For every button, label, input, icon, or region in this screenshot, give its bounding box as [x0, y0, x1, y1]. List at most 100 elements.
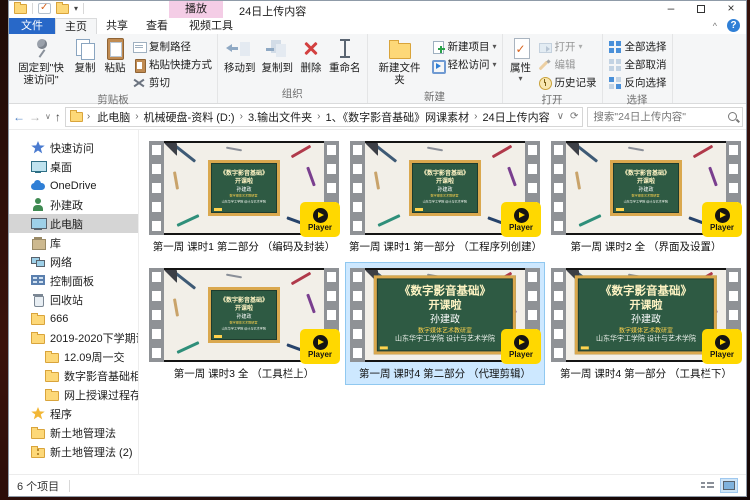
- file-item[interactable]: 《数字影音基础》开课啦孙建政数字媒体艺术教研室山东华宇工学院 设计与艺术学院Pl…: [346, 263, 544, 384]
- address-dropdown-icon[interactable]: ∨: [557, 111, 564, 122]
- player-badge-label: Player: [509, 351, 533, 359]
- invert-selection-button[interactable]: 反向选择: [606, 74, 669, 91]
- paste-button[interactable]: 粘贴: [100, 36, 130, 76]
- navigation-pane: 快速访问桌面OneDrive孙建政此电脑库网络控制面板回收站6662019-20…: [9, 130, 139, 474]
- tab-view[interactable]: 查看: [137, 18, 177, 34]
- copy-button[interactable]: 复制: [70, 36, 100, 76]
- file-item[interactable]: 《数字影音基础》开课啦孙建政数字媒体艺术教研室山东华宇工学院 设计与艺术学院Pl…: [547, 136, 745, 257]
- folder-icon: [70, 112, 83, 122]
- sidebar-item-label: 此电脑: [50, 216, 83, 232]
- history-button[interactable]: 历史记录: [536, 74, 599, 91]
- file-item[interactable]: 《数字影音基础》开课啦孙建政数字媒体艺术教研室山东华宇工学院 设计与艺术学院Pl…: [547, 263, 745, 384]
- cut-button[interactable]: 剪切: [130, 74, 214, 91]
- refresh-icon[interactable]: ⟳: [570, 111, 578, 122]
- move-to-icon: [228, 38, 252, 60]
- breadcrumb-segment[interactable]: 3.输出文件夹: [245, 109, 315, 125]
- sidebar-item[interactable]: 新土地管理法: [9, 423, 138, 442]
- search-input[interactable]: [593, 111, 728, 123]
- sidebar-item[interactable]: 12.09周一交: [9, 347, 138, 366]
- network-icon: [31, 255, 45, 268]
- new-item-icon: [431, 40, 445, 54]
- tab-file[interactable]: 文件: [9, 18, 55, 34]
- select-all-icon: [608, 40, 622, 54]
- video-thumbnail: 《数字影音基础》开课啦孙建政数字媒体艺术教研室山东华宇工学院 设计与艺术学院Pl…: [149, 268, 339, 362]
- board-subtitle: 开课啦: [428, 300, 461, 313]
- sidebar-item[interactable]: 数字影音基础相关: [9, 366, 138, 385]
- sidebar-item[interactable]: 此电脑: [9, 214, 138, 233]
- search-icon[interactable]: [728, 112, 737, 121]
- up-button[interactable]: ↑: [55, 110, 61, 124]
- collapse-ribbon-icon[interactable]: ^: [713, 21, 717, 31]
- sidebar-item[interactable]: 网络: [9, 252, 138, 271]
- sidebar-item[interactable]: 孙建政: [9, 195, 138, 214]
- star-blue-icon: [31, 141, 45, 154]
- forward-button[interactable]: →: [29, 110, 41, 124]
- pin-to-quick-access-button[interactable]: 固定到"快速访问": [12, 36, 70, 88]
- rename-button[interactable]: 重命名: [326, 36, 364, 76]
- sidebar-item[interactable]: 快速访问: [9, 138, 138, 157]
- sidebar-item[interactable]: 桌面: [9, 157, 138, 176]
- tab-home[interactable]: 主页: [55, 18, 97, 34]
- file-item[interactable]: 《数字影音基础》开课啦孙建政数字媒体艺术教研室山东华宇工学院 设计与艺术学院Pl…: [145, 136, 343, 257]
- new-item-button[interactable]: 新建项目 ▾: [429, 38, 499, 55]
- sidebar-item[interactable]: 新土地管理法 (2): [9, 442, 138, 461]
- sidebar-item[interactable]: OneDrive: [9, 176, 138, 195]
- sidebar-item-label: 库: [50, 235, 61, 251]
- address-box[interactable]: › 此电脑›机械硬盘-资料 (D:)›3.输出文件夹›1、《数字影音基础》网课素…: [65, 107, 584, 127]
- window-controls: – ×: [656, 1, 746, 18]
- board-title: 《数字影音基础》: [622, 171, 670, 178]
- sidebar-item[interactable]: 666: [9, 309, 138, 328]
- copy-to-button[interactable]: 复制到: [259, 36, 297, 76]
- delete-button[interactable]: 删除: [296, 36, 326, 76]
- properties-quick-icon[interactable]: [38, 3, 51, 14]
- select-all-button[interactable]: 全部选择: [606, 38, 669, 55]
- file-item[interactable]: 《数字影音基础》开课啦孙建政数字媒体艺术教研室山东华宇工学院 设计与艺术学院Pl…: [145, 263, 343, 384]
- player-badge-label: Player: [308, 224, 332, 232]
- sidebar-item[interactable]: 回收站: [9, 290, 138, 309]
- minimize-button[interactable]: –: [656, 1, 686, 18]
- select-none-button[interactable]: 全部取消: [606, 56, 669, 73]
- dropdown-arrow-icon: ▾: [493, 60, 497, 69]
- breadcrumb-segment[interactable]: 24日上传内容: [479, 109, 552, 125]
- open-button[interactable]: 打开 ▾: [536, 38, 599, 55]
- easy-access-icon: [431, 58, 445, 72]
- sidebar-item[interactable]: 控制面板: [9, 271, 138, 290]
- video-tools-contextual-header: 播放: [169, 1, 223, 18]
- breadcrumb-segment[interactable]: 1、《数字影音基础》网课素材: [322, 109, 472, 125]
- zip-folder-icon: [31, 448, 45, 458]
- edit-icon: [538, 58, 552, 72]
- sidebar-item[interactable]: 2019-2020下学期课: [9, 328, 138, 347]
- edit-button[interactable]: 编辑: [536, 56, 599, 73]
- board-author: 孙建政: [236, 187, 251, 193]
- move-to-button[interactable]: 移动到: [221, 36, 259, 76]
- details-view-button[interactable]: [698, 478, 716, 493]
- tab-video-tools[interactable]: 视频工具: [180, 18, 242, 34]
- easy-access-button[interactable]: 轻松访问 ▾: [429, 56, 499, 73]
- large-icons-view-button[interactable]: [720, 478, 738, 493]
- explorer-icon: [14, 4, 27, 14]
- sidebar-item[interactable]: 网上授课过程存留: [9, 385, 138, 404]
- sidebar-item[interactable]: 程序: [9, 404, 138, 423]
- breadcrumb-segment[interactable]: 机械硬盘-资料 (D:): [141, 109, 238, 125]
- sidebar-item-label: 网络: [50, 254, 72, 270]
- new-folder-button[interactable]: 新建文件夹: [371, 36, 429, 88]
- close-button[interactable]: ×: [716, 1, 746, 18]
- new-folder-quick-icon[interactable]: [56, 4, 69, 14]
- copy-path-button[interactable]: 复制路径: [130, 38, 214, 55]
- recent-locations-icon[interactable]: ∨: [45, 112, 51, 121]
- customize-qat-icon[interactable]: ▾: [74, 3, 78, 14]
- maximize-button[interactable]: [686, 1, 716, 18]
- file-item[interactable]: 《数字影音基础》开课啦孙建政数字媒体艺术教研室山东华宇工学院 设计与艺术学院Pl…: [346, 136, 544, 257]
- breadcrumb-segment[interactable]: 此电脑: [94, 109, 133, 125]
- properties-button[interactable]: 属性 ▾: [506, 36, 536, 85]
- sidebar-item[interactable]: 库: [9, 233, 138, 252]
- help-icon[interactable]: ?: [727, 19, 740, 32]
- tab-share[interactable]: 共享: [97, 18, 137, 34]
- paste-shortcut-button[interactable]: 粘贴快捷方式: [130, 56, 214, 73]
- pin-icon: [29, 38, 53, 60]
- breadcrumb-separator: ›: [474, 111, 477, 122]
- copy-icon: [73, 38, 97, 60]
- back-button[interactable]: ←: [13, 110, 25, 124]
- board-dept: 数字媒体艺术教研室: [230, 321, 258, 325]
- board-title: 《数字影音基础》: [600, 286, 692, 300]
